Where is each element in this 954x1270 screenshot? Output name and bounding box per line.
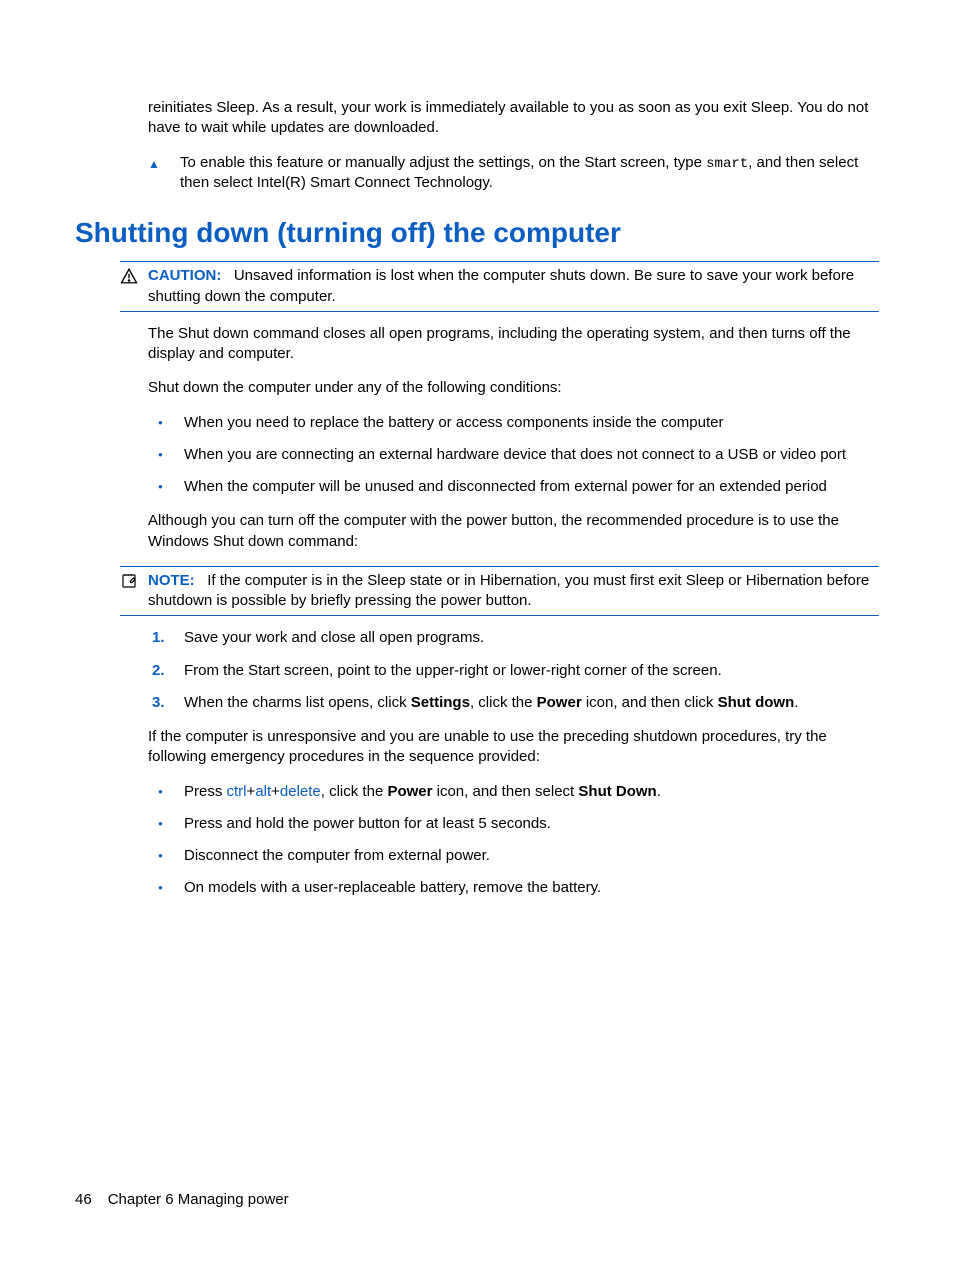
list-item: Press and hold the power button for at l… — [148, 814, 879, 834]
list-item: Press ctrl+alt+delete, click the Power i… — [148, 782, 879, 802]
caution-body: Unsaved information is lost when the com… — [148, 267, 854, 304]
note-spacer — [199, 572, 207, 589]
list-item: Save your work and close all open progra… — [148, 628, 879, 648]
text-fragment: Press — [184, 783, 227, 800]
note-callout: NOTE: If the computer is in the Sleep st… — [120, 566, 879, 617]
caution-label: CAUTION: — [148, 267, 221, 284]
text-fragment: icon, and then select — [432, 783, 578, 800]
bold-text: Power — [387, 783, 432, 800]
caution-icon — [120, 266, 148, 291]
body-paragraph: If the computer is unresponsive and you … — [148, 727, 879, 768]
page-number: 46 — [75, 1191, 92, 1208]
body-paragraph: Shut down the computer under any of the … — [148, 378, 879, 398]
bold-text: Settings — [411, 694, 470, 711]
key-alt: alt — [255, 783, 271, 800]
intro-paragraph: reinitiates Sleep. As a result, your wor… — [148, 98, 879, 139]
list-item: When the charms list opens, click Settin… — [148, 693, 879, 713]
text-fragment: , click the — [321, 783, 388, 800]
list-item: When you need to replace the battery or … — [148, 413, 879, 433]
text-fragment: . — [794, 694, 798, 711]
emergency-list: Press ctrl+alt+delete, click the Power i… — [148, 782, 879, 899]
text-fragment: , click the — [470, 694, 537, 711]
list-item: From the Start screen, point to the uppe… — [148, 661, 879, 681]
list-item: When you are connecting an external hard… — [148, 445, 879, 465]
caution-callout: CAUTION: Unsaved information is lost whe… — [120, 261, 879, 312]
key-delete: delete — [280, 783, 321, 800]
list-item: Disconnect the computer from external po… — [148, 846, 879, 866]
note-icon — [120, 571, 148, 596]
caution-text — [226, 267, 234, 284]
text-fragment: icon, and then click — [582, 694, 718, 711]
steps-list: Save your work and close all open progra… — [148, 628, 879, 713]
bold-text: Shut Down — [578, 783, 656, 800]
page-footer: 46 Chapter 6 Managing power — [75, 1190, 289, 1210]
body-paragraph: Although you can turn off the computer w… — [148, 511, 879, 552]
section-heading: Shutting down (turning off) the computer — [75, 214, 879, 252]
text-fragment: To enable this feature or manually adjus… — [180, 154, 706, 171]
text-fragment: . — [657, 783, 661, 800]
note-label: NOTE: — [148, 572, 195, 589]
list-item: When the computer will be unused and dis… — [148, 477, 879, 497]
procedure-step-text: To enable this feature or manually adjus… — [180, 153, 879, 194]
text-fragment: When the charms list opens, click — [184, 694, 411, 711]
procedure-step: ▲ To enable this feature or manually adj… — [148, 153, 879, 194]
code-text: smart — [706, 156, 748, 172]
conditions-list: When you need to replace the battery or … — [148, 413, 879, 498]
bold-text: Power — [537, 694, 582, 711]
list-item: On models with a user-replaceable batter… — [148, 878, 879, 898]
key-ctrl: ctrl — [227, 783, 247, 800]
plus-sign: + — [247, 783, 256, 800]
chapter-label: Chapter 6 Managing power — [108, 1191, 289, 1208]
bold-text: Shut down — [718, 694, 795, 711]
plus-sign: + — [271, 783, 280, 800]
triangle-icon: ▲ — [148, 153, 180, 172]
body-paragraph: The Shut down command closes all open pr… — [148, 324, 879, 365]
note-body: If the computer is in the Sleep state or… — [148, 572, 869, 609]
